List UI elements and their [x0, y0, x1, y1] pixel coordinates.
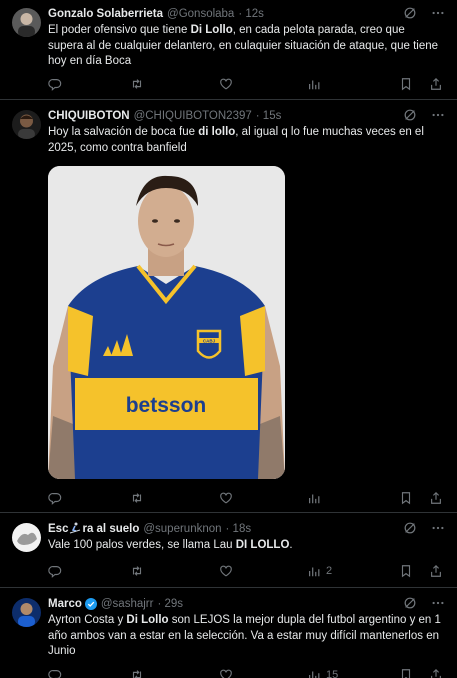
avatar[interactable] — [12, 8, 41, 37]
bookmark-icon[interactable] — [399, 668, 413, 678]
share-icon[interactable] — [429, 491, 443, 505]
views-count: 15 — [326, 669, 339, 678]
skier-emoji-icon — [69, 522, 81, 537]
more-options-icon[interactable] — [431, 521, 445, 538]
tweet[interactable]: CHIQUIBOTON @CHIQUIBOTON2397 · 15s Hoy l… — [0, 100, 457, 513]
tweet-image[interactable]: CABJ betsson — [48, 166, 285, 479]
tweet[interactable]: Gonzalo Solaberrieta @Gonsolaba · 12s El… — [0, 0, 457, 100]
author-name-suffix[interactable]: ra al suelo — [82, 523, 139, 535]
views-count: 2 — [326, 565, 333, 577]
views-button[interactable]: 2 — [307, 564, 397, 578]
author-name[interactable]: Esc — [48, 523, 68, 535]
tweet-header: Esc ra al suelo @superunknon · 18s — [48, 520, 445, 538]
player-photo: CABJ betsson — [48, 166, 285, 479]
reply-button[interactable] — [48, 491, 130, 505]
text-segment: El poder ofensivo que tiene — [48, 24, 191, 36]
timestamp[interactable]: · 15s — [256, 110, 282, 122]
highlighted-term: DI LOLLO — [235, 539, 290, 551]
highlighted-term: Di Lollo — [190, 24, 233, 36]
share-icon[interactable] — [429, 564, 443, 578]
tweet[interactable]: Esc ra al suelo @superunknon · 18s Vale … — [0, 513, 457, 588]
verified-badge-icon — [84, 598, 97, 610]
tweet-actions: 2 — [48, 563, 443, 579]
like-button[interactable] — [219, 77, 307, 91]
timestamp[interactable]: · 18s — [226, 523, 252, 535]
highlighted-term: di lollo — [198, 126, 236, 138]
more-options-icon[interactable] — [431, 108, 445, 125]
bookmark-icon[interactable] — [399, 491, 413, 505]
tweet-text: Vale 100 palos verdes, se llama Lau DI L… — [48, 538, 443, 554]
tweet[interactable]: Marco @sashajrr · 29s Ayrton Costa y Di … — [0, 588, 457, 678]
tweet-actions — [48, 76, 443, 92]
timestamp[interactable]: · 29s — [157, 598, 183, 610]
text-segment: . — [289, 539, 293, 551]
like-button[interactable] — [219, 491, 307, 505]
grok-icon[interactable] — [403, 596, 417, 613]
like-button[interactable] — [219, 668, 307, 678]
bookmark-icon[interactable] — [399, 564, 413, 578]
author-handle[interactable]: @superunknon — [143, 523, 221, 535]
author-handle[interactable]: @sashajrr — [101, 598, 154, 610]
views-button[interactable] — [307, 491, 397, 505]
tweet-text: El poder ofensivo que tiene Di Lollo, en… — [48, 23, 443, 70]
like-button[interactable] — [219, 564, 307, 578]
share-icon[interactable] — [429, 668, 443, 678]
grok-icon[interactable] — [403, 521, 417, 538]
highlighted-term: Di Lollo — [126, 614, 169, 626]
badge-text: CABJ — [203, 339, 216, 344]
repost-button[interactable] — [130, 77, 219, 91]
more-options-icon[interactable] — [431, 596, 445, 613]
views-button[interactable] — [307, 77, 397, 91]
repost-button[interactable] — [130, 564, 219, 578]
avatar[interactable] — [12, 598, 41, 627]
author-handle[interactable]: @CHIQUIBOTON2397 — [134, 110, 252, 122]
tweet-actions: 15 — [48, 667, 443, 678]
tweet-text: Hoy la salvación de boca fue di lollo, a… — [48, 125, 443, 156]
avatar[interactable] — [12, 523, 41, 552]
repost-button[interactable] — [130, 668, 219, 678]
tweet-header: CHIQUIBOTON @CHIQUIBOTON2397 · 15s — [48, 107, 445, 125]
author-name[interactable]: Marco — [48, 598, 82, 610]
bookmark-icon[interactable] — [399, 77, 413, 91]
repost-button[interactable] — [130, 491, 219, 505]
reply-button[interactable] — [48, 564, 130, 578]
more-options-icon[interactable] — [431, 6, 445, 23]
timestamp[interactable]: · 12s — [238, 8, 264, 20]
tweet-text: Ayrton Costa y Di Lollo son LEJOS la mej… — [48, 613, 443, 660]
avatar[interactable] — [12, 110, 41, 139]
text-segment: Ayrton Costa y — [48, 614, 127, 626]
timeline-feed: Gonzalo Solaberrieta @Gonsolaba · 12s El… — [0, 0, 457, 678]
text-segment: Vale 100 palos verdes, se llama Lau — [48, 539, 236, 551]
text-segment: Hoy la salvación de boca fue — [48, 126, 199, 138]
reply-button[interactable] — [48, 77, 130, 91]
jersey-sponsor: betsson — [126, 394, 207, 417]
share-icon[interactable] — [429, 77, 443, 91]
tweet-header: Marco @sashajrr · 29s — [48, 595, 445, 613]
grok-icon[interactable] — [403, 6, 417, 23]
tweet-actions — [48, 490, 443, 506]
author-handle[interactable]: @Gonsolaba — [167, 8, 234, 20]
author-name[interactable]: Gonzalo Solaberrieta — [48, 8, 163, 20]
reply-button[interactable] — [48, 668, 130, 678]
grok-icon[interactable] — [403, 108, 417, 125]
tweet-header: Gonzalo Solaberrieta @Gonsolaba · 12s — [48, 5, 445, 23]
author-name[interactable]: CHIQUIBOTON — [48, 110, 130, 122]
views-button[interactable]: 15 — [307, 668, 397, 678]
